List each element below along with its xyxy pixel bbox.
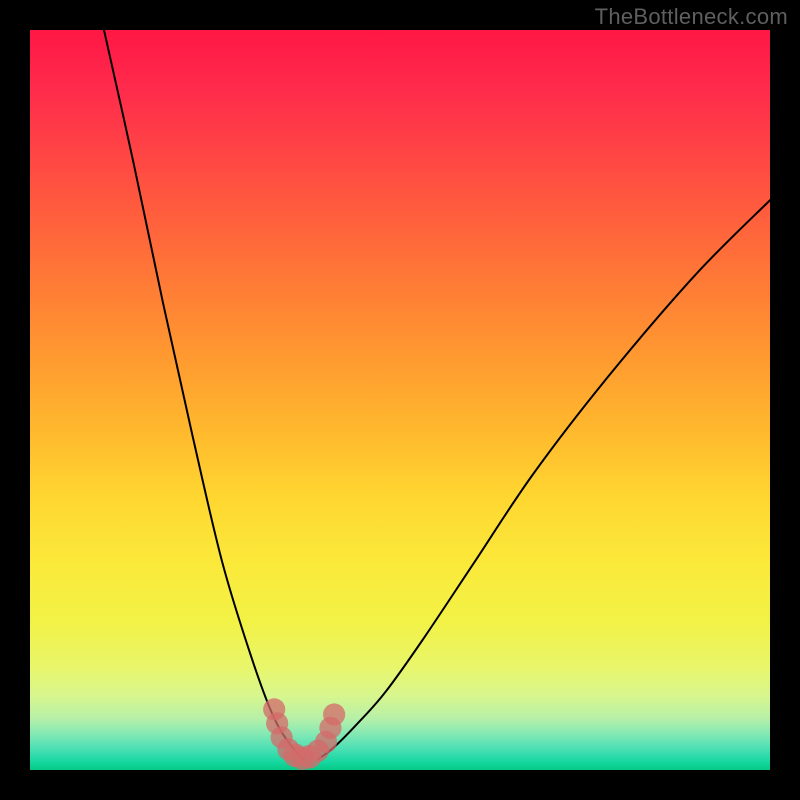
watermark-text: TheBottleneck.com bbox=[595, 4, 788, 30]
plot-area bbox=[30, 30, 770, 770]
marker-group bbox=[263, 698, 345, 770]
left-branch-curve bbox=[104, 30, 304, 759]
marker-dot bbox=[323, 703, 345, 725]
chart-svg bbox=[30, 30, 770, 770]
outer-frame: TheBottleneck.com bbox=[0, 0, 800, 800]
right-branch-curve bbox=[319, 200, 770, 759]
